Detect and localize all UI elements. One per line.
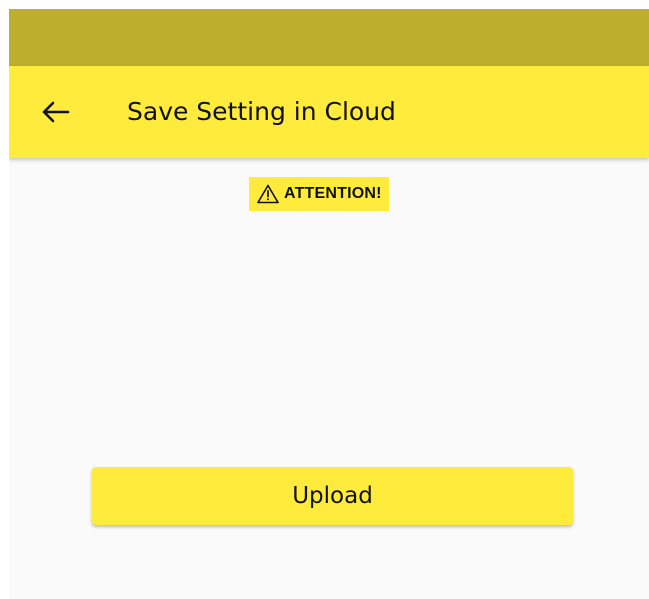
warning-icon — [257, 184, 279, 204]
arrow-back-icon — [42, 101, 70, 123]
upload-button[interactable]: Upload — [92, 467, 573, 525]
app-bar: Save Setting in Cloud — [9, 66, 649, 158]
app-screen: Save Setting in Cloud ATTENTION! Upload — [9, 9, 649, 599]
back-button[interactable] — [37, 97, 73, 127]
attention-label: ATTENTION! — [284, 185, 382, 202]
attention-badge: ATTENTION! — [249, 177, 389, 211]
page-title: Save Setting in Cloud — [127, 97, 396, 126]
status-bar — [9, 9, 649, 66]
